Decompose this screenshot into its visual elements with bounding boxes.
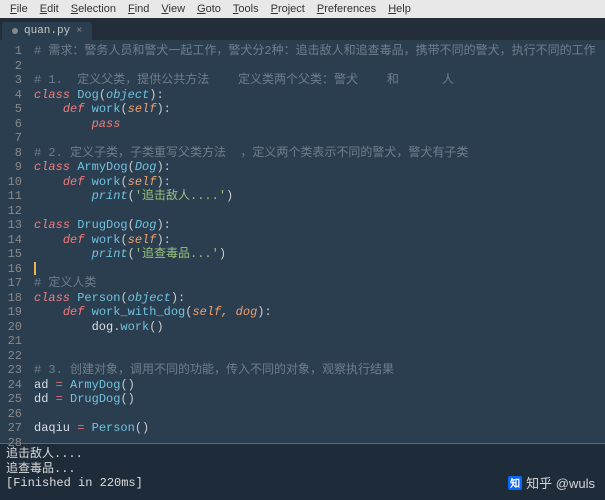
zhihu-icon: 知	[508, 476, 522, 490]
menu-edit[interactable]: Edit	[34, 3, 65, 15]
watermark-text: 知乎 @wuls	[526, 473, 595, 492]
menu-help[interactable]: Help	[382, 3, 417, 15]
menubar: FileEditSelectionFindViewGotoToolsProjec…	[0, 0, 605, 18]
editor[interactable]: 1 2 3 4 5 6 7 8 9 10 11 12 13 14 15 16 1…	[0, 40, 605, 443]
menu-selection[interactable]: Selection	[65, 3, 122, 15]
tab-bar: quan.py ×	[0, 18, 605, 40]
menu-view[interactable]: View	[155, 3, 191, 15]
menu-project[interactable]: Project	[265, 3, 311, 15]
menu-goto[interactable]: Goto	[191, 3, 227, 15]
tab-quan-py[interactable]: quan.py ×	[2, 22, 92, 40]
tab-filename: quan.py	[24, 25, 70, 37]
menu-preferences[interactable]: Preferences	[311, 3, 382, 15]
close-icon[interactable]: ×	[76, 26, 82, 37]
line-number-gutter: 1 2 3 4 5 6 7 8 9 10 11 12 13 14 15 16 1…	[0, 40, 28, 443]
menu-tools[interactable]: Tools	[227, 3, 265, 15]
menu-find[interactable]: Find	[122, 3, 155, 15]
watermark: 知 知乎 @wuls	[508, 473, 595, 492]
file-dirty-icon	[12, 28, 18, 34]
menu-file[interactable]: File	[4, 3, 34, 15]
code-area[interactable]: # 需求：警务人员和警犬一起工作，警犬分2种：追击敌人和追查毒品，携带不同的警犬…	[28, 40, 605, 443]
